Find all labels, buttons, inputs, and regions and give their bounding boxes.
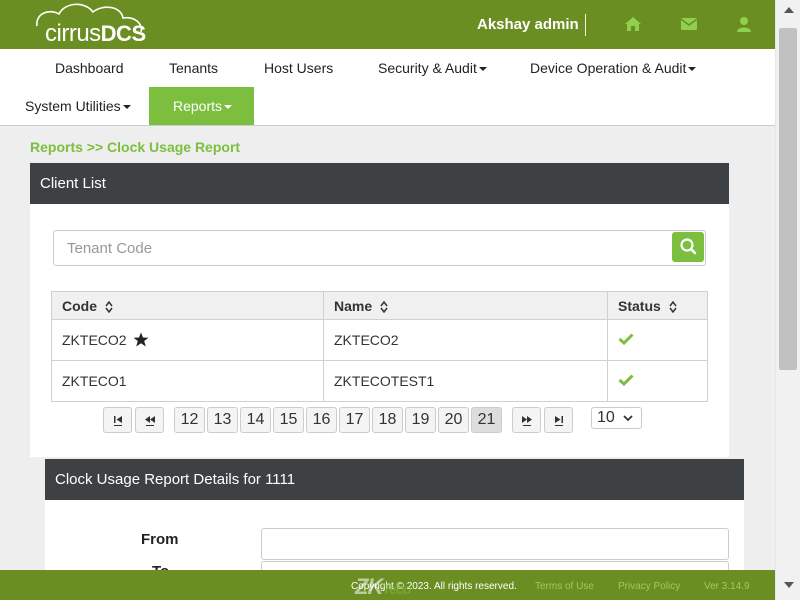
client-list-title: Client List	[30, 163, 729, 204]
to-date-input[interactable]	[261, 561, 729, 570]
page-button[interactable]: 17	[339, 407, 370, 433]
home-icon[interactable]	[624, 16, 642, 32]
mail-icon[interactable]	[680, 16, 698, 32]
previous-page-button[interactable]	[135, 407, 164, 433]
column-header-code[interactable]: Code	[51, 291, 324, 320]
nav-system-utilities-label: System Utilities	[25, 98, 121, 114]
client-list-panel: Client List Code Name Status ZKTECO2	[30, 163, 729, 457]
scroll-down-icon[interactable]	[784, 582, 794, 588]
chevron-down-icon	[623, 415, 633, 422]
check-icon	[618, 333, 634, 346]
scroll-up-icon[interactable]	[784, 7, 794, 13]
nav-device-operation-audit[interactable]: Device Operation & Audit	[530, 60, 697, 76]
first-page-button[interactable]	[103, 407, 132, 433]
divider	[585, 14, 586, 36]
vertical-scrollbar[interactable]	[775, 0, 800, 600]
caret-down-icon	[122, 105, 131, 110]
client-table: Code Name Status ZKTECO2 ZKTECO2 ZKTECO1…	[51, 291, 708, 402]
previous-page-icon	[144, 415, 155, 426]
column-header-status[interactable]: Status	[607, 291, 708, 320]
column-header-name-label: Name	[334, 297, 373, 314]
last-page-button[interactable]	[544, 407, 573, 433]
sort-icon	[669, 300, 677, 313]
from-date-input[interactable]	[261, 528, 729, 560]
sort-icon	[105, 300, 113, 313]
table-row[interactable]: ZKTECO1 ZKTECOTEST1	[51, 360, 708, 402]
cell-code: ZKTECO2	[51, 319, 324, 361]
watermark-sub-text: Teco	[382, 581, 411, 597]
caret-down-icon	[688, 67, 697, 72]
tenant-code-search-input[interactable]	[54, 231, 672, 265]
terms-link[interactable]: Terms of Use	[535, 581, 594, 592]
cell-name: ZKTECOTEST1	[323, 360, 608, 402]
nav-host-users[interactable]: Host Users	[264, 60, 333, 76]
star-icon[interactable]	[133, 332, 149, 347]
nav-system-utilities[interactable]: System Utilities	[25, 98, 131, 114]
cell-code: ZKTECO1	[51, 360, 324, 402]
nav-security-audit-label: Security & Audit	[378, 60, 477, 76]
logo-text-main: cirrus	[45, 20, 101, 47]
nav-tenants[interactable]: Tenants	[169, 60, 218, 76]
check-icon	[618, 374, 634, 387]
nav-dashboard[interactable]: Dashboard	[55, 60, 124, 76]
nav-device-operation-audit-label: Device Operation & Audit	[530, 60, 687, 76]
report-details-title: Clock Usage Report Details for 1111	[45, 459, 744, 500]
page-size-value: 10	[597, 409, 615, 426]
column-header-code-label: Code	[62, 297, 97, 314]
page-size-select[interactable]: 10	[591, 407, 642, 429]
last-page-icon	[554, 415, 563, 426]
next-page-button[interactable]	[512, 407, 541, 433]
page-button[interactable]: 20	[438, 407, 469, 433]
scroll-thumb[interactable]	[779, 28, 797, 370]
page-button[interactable]: 12	[174, 407, 205, 433]
sort-icon	[380, 300, 388, 313]
table-row[interactable]: ZKTECO2 ZKTECO2	[51, 319, 708, 361]
first-page-icon	[113, 415, 122, 426]
main-nav: Dashboard Tenants Host Users Security & …	[0, 49, 775, 126]
pagination: 12 13 14 15 16 17 18 19 20 21 10	[30, 407, 729, 433]
page-button[interactable]: 14	[240, 407, 271, 433]
cirrus-dcs-logo[interactable]: cirrusDCS	[33, 2, 146, 48]
current-page-button[interactable]: 21	[471, 407, 502, 433]
top-bar: cirrusDCS Akshay admin	[0, 0, 775, 49]
cell-code-text: ZKTECO2	[62, 332, 127, 348]
watermark-main-text: ZK	[355, 574, 383, 599]
search-box	[53, 230, 706, 266]
report-details-panel: Clock Usage Report Details for 1111 From…	[45, 459, 744, 580]
zkteco-watermark-logo: ZKTeco	[355, 574, 411, 600]
search-button[interactable]	[672, 232, 704, 262]
nav-reports[interactable]: Reports	[149, 87, 254, 125]
page-button[interactable]: 19	[405, 407, 436, 433]
version-text: Ver 3.14.9	[704, 581, 750, 592]
page-button[interactable]: 16	[306, 407, 337, 433]
user-name[interactable]: Akshay admin	[477, 16, 579, 33]
column-header-status-label: Status	[618, 297, 661, 314]
search-icon	[680, 238, 697, 255]
page-button[interactable]: 13	[207, 407, 238, 433]
cell-status	[607, 319, 708, 361]
privacy-link[interactable]: Privacy Policy	[618, 581, 680, 592]
nav-security-audit[interactable]: Security & Audit	[378, 60, 487, 76]
cell-name: ZKTECO2	[323, 319, 608, 361]
page-button[interactable]: 18	[372, 407, 403, 433]
caret-down-icon	[224, 105, 233, 110]
from-label: From	[141, 531, 179, 548]
nav-reports-label: Reports	[173, 98, 223, 114]
table-header-row: Code Name Status	[51, 291, 708, 320]
column-header-name[interactable]: Name	[323, 291, 608, 320]
next-page-icon	[521, 415, 532, 426]
user-icon[interactable]	[735, 16, 753, 32]
caret-down-icon	[478, 67, 487, 72]
cell-status	[607, 360, 708, 402]
logo-text-bold: DCS	[100, 21, 146, 46]
breadcrumb: Reports >> Clock Usage Report	[30, 139, 241, 155]
page-button[interactable]: 15	[273, 407, 304, 433]
